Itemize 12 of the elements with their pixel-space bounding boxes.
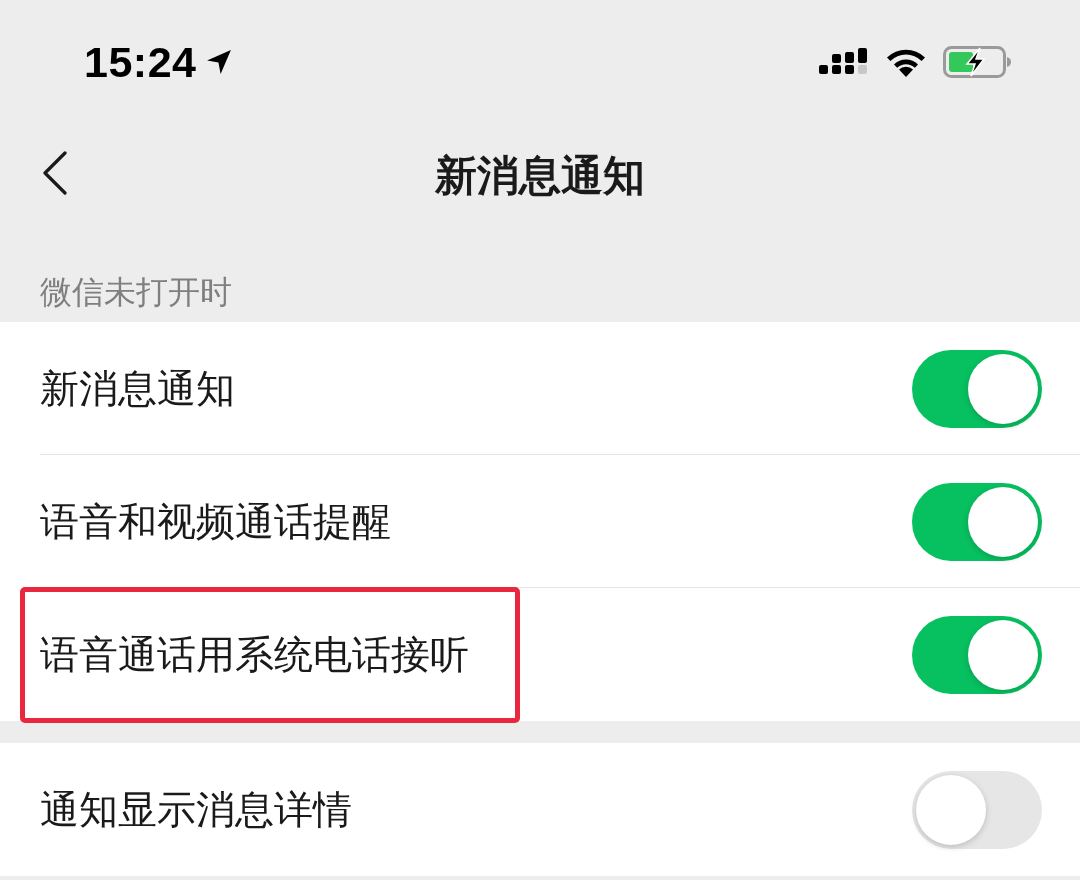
signal-icon <box>819 47 867 77</box>
setting-label: 通知显示消息详情 <box>40 786 352 833</box>
section-header: 微信未打开时 <box>40 273 232 312</box>
wifi-icon <box>885 47 927 77</box>
chevron-left-icon <box>42 151 68 195</box>
setting-label: 新消息通知 <box>40 365 235 412</box>
battery-icon <box>943 46 1012 78</box>
setting-label: 语音和视频通话提醒 <box>40 498 391 545</box>
page-title: 新消息通知 <box>435 151 645 201</box>
status-time: 15:24 <box>84 38 197 86</box>
setting-label: 语音通话用系统电话接听 <box>40 631 469 678</box>
location-arrow-icon <box>206 49 233 75</box>
